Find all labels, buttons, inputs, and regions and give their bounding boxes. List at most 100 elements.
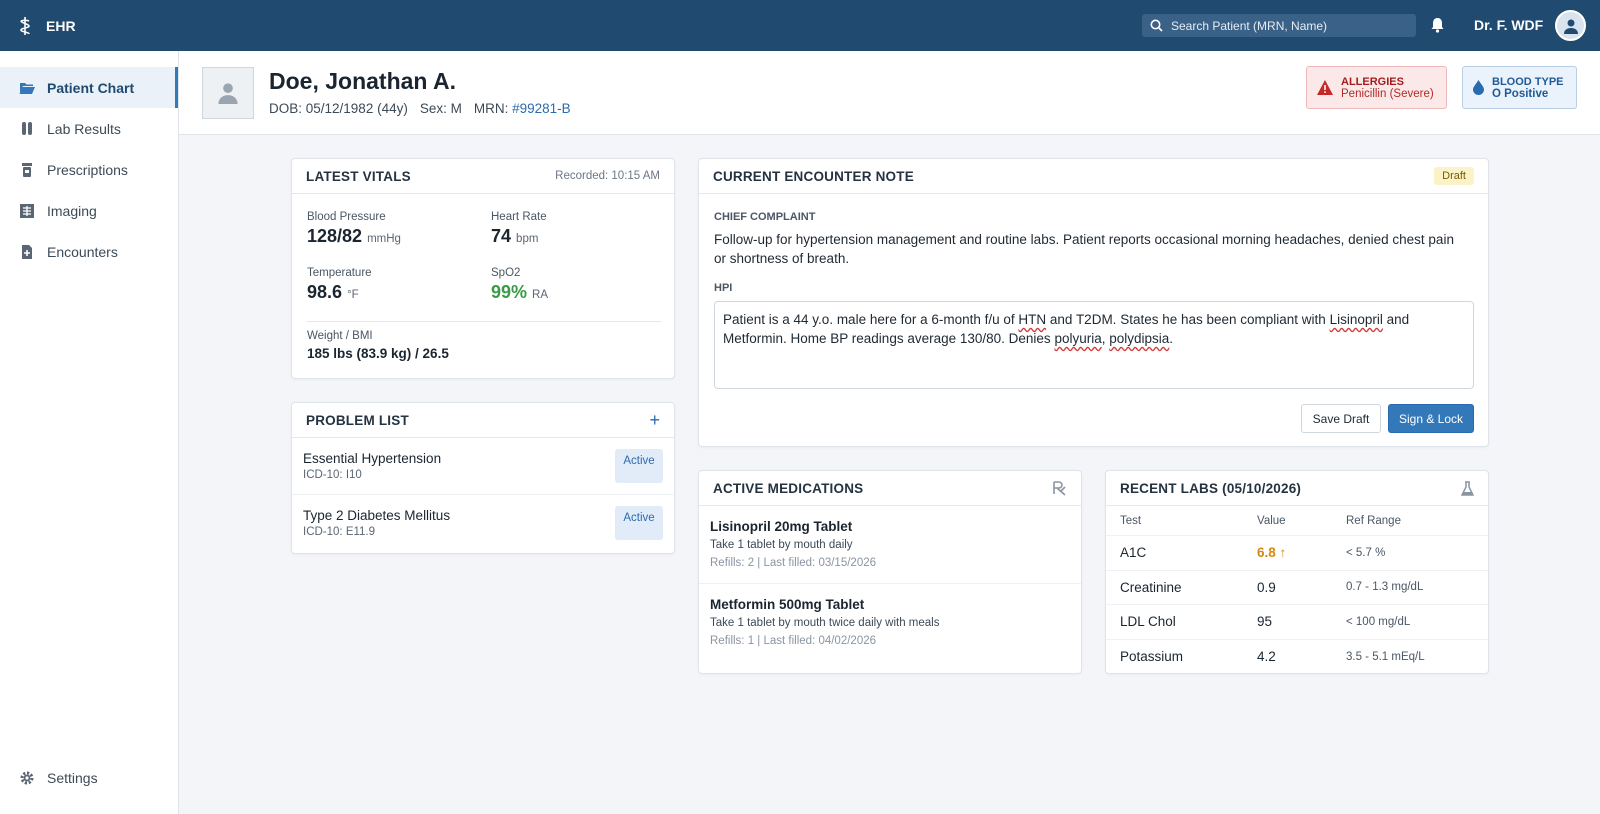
blood-type-text: BLOOD TYPE O Positive — [1492, 76, 1564, 100]
sidebar-item-label: Imaging — [47, 202, 97, 219]
sidebar: Patient Chart Lab Results Prescriptions … — [0, 51, 179, 814]
vital-spo2: SpO2 99% RA — [491, 267, 548, 303]
medication-refills: Refills: 2 | Last filled: 03/15/2026 — [710, 557, 877, 569]
encounter-note-header: CURRENT ENCOUNTER NOTE Draft — [699, 159, 1488, 194]
medication-name: Lisinopril 20mg Tablet — [710, 519, 853, 534]
sidebar-item-patient-chart[interactable]: Patient Chart — [0, 67, 178, 108]
vitals-card: LATEST VITALS Recorded: 10:15 AM Blood P… — [291, 158, 675, 379]
problem-row[interactable]: Essential Hypertension ICD-10: I10 Activ… — [292, 438, 674, 495]
hpi-flagged-word: polydipsia — [1109, 331, 1170, 346]
lab-ref-range: < 5.7 % — [1346, 546, 1386, 559]
table-row[interactable]: LDL Chol 95 < 100 mg/dL — [1106, 605, 1488, 640]
lab-ref-range: < 100 mg/dL — [1346, 615, 1411, 628]
hpi-label: HPI — [714, 282, 733, 294]
allergies-value: Penicillin (Severe) — [1341, 87, 1434, 100]
vital-weight-bmi: Weight / BMI 185 lbs (83.9 kg) / 26.5 — [307, 330, 449, 361]
hpi-flagged-word: polyuria — [1054, 331, 1102, 346]
table-row[interactable]: Potassium 4.2 3.5 - 5.1 mEq/L — [1106, 640, 1488, 675]
encounter-note-card: CURRENT ENCOUNTER NOTE Draft CHIEF COMPL… — [698, 158, 1489, 447]
status-badge: Active — [615, 449, 663, 483]
problem-list-title: PROBLEM LIST — [306, 412, 409, 428]
patient-search[interactable] — [1142, 14, 1416, 37]
vital-label: Temperature — [307, 267, 372, 279]
blood-type-label: BLOOD TYPE — [1492, 75, 1564, 88]
sidebar-item-label: Settings — [47, 769, 98, 786]
sidebar-item-label: Encounters — [47, 243, 118, 260]
lab-test: LDL Chol — [1120, 614, 1176, 630]
hpi-flagged-word: HTN — [1018, 312, 1047, 327]
lab-value: 0.9 — [1257, 579, 1276, 595]
status-badge: Active — [615, 506, 663, 540]
sidebar-item-label: Prescriptions — [47, 161, 128, 178]
save-draft-button[interactable]: Save Draft — [1301, 404, 1381, 433]
medication-row[interactable]: Lisinopril 20mg Tablet Take 1 tablet by … — [699, 506, 1081, 584]
lab-value: 6.8 ↑ — [1257, 545, 1287, 561]
medication-row[interactable]: Metformin 500mg Tablet Take 1 tablet by … — [699, 584, 1081, 662]
column-header: Ref Range — [1346, 514, 1401, 527]
vital-label: Heart Rate — [491, 211, 547, 223]
blood-type-value: O Positive — [1492, 87, 1549, 100]
chief-complaint-text[interactable]: Follow-up for hypertension management an… — [714, 230, 1464, 268]
user-icon — [218, 83, 238, 104]
vital-label: SpO2 — [491, 267, 521, 279]
lab-test: A1C — [1120, 545, 1147, 561]
vital-value-group: 128/82 mmHg — [307, 226, 401, 247]
labs-table-header: Test Value Ref Range — [1106, 506, 1488, 536]
vital-label: Blood Pressure — [307, 211, 386, 223]
hpi-textarea[interactable]: Patient is a 44 y.o. male here for a 6-m… — [714, 301, 1474, 389]
vitals-header: LATEST VITALS Recorded: 10:15 AM — [292, 159, 674, 194]
lab-test: Creatinine — [1120, 579, 1182, 595]
patient-mrn-group: MRN: #99281-B — [474, 101, 571, 116]
medication-sig: Take 1 tablet by mouth twice daily with … — [710, 617, 940, 629]
patient-header: Doe, Jonathan A. DOB: 05/12/1982 (44y) S… — [179, 51, 1600, 135]
vital-value-group: 99% RA — [491, 282, 548, 303]
vital-unit: RA — [532, 289, 549, 301]
sidebar-item-lab-results[interactable]: Lab Results — [0, 108, 178, 149]
vital-value-group: 74 bpm — [491, 226, 547, 247]
sidebar-item-imaging[interactable]: Imaging — [0, 190, 178, 231]
bell-icon[interactable] — [1430, 17, 1445, 33]
vital-blood-pressure: Blood Pressure 128/82 mmHg — [307, 211, 401, 247]
column-header: Test — [1120, 514, 1142, 527]
mrn-label: MRN: — [473, 101, 509, 116]
vital-value: 185 lbs (83.9 kg) / 26.5 — [307, 346, 449, 361]
sign-lock-button[interactable]: Sign & Lock — [1388, 404, 1474, 433]
encounter-note-title: CURRENT ENCOUNTER NOTE — [713, 168, 914, 184]
problem-row[interactable]: Type 2 Diabetes Mellitus ICD-10: E11.9 A… — [292, 495, 674, 552]
sidebar-item-prescriptions[interactable]: Prescriptions — [0, 149, 178, 190]
user-avatar[interactable] — [1555, 10, 1586, 41]
app-logo[interactable]: EHR — [18, 16, 76, 35]
allergies-alert[interactable]: ALLERGIES Penicillin (Severe) — [1306, 66, 1447, 109]
flask-icon[interactable] — [1461, 480, 1474, 496]
folder-open-icon — [19, 82, 35, 94]
search-input[interactable] — [1171, 18, 1401, 33]
vital-heart-rate: Heart Rate 74 bpm — [491, 211, 547, 247]
xray-icon — [20, 203, 34, 218]
hpi-flagged-word: Lisinopril — [1329, 312, 1383, 327]
vital-value: 74 — [491, 226, 512, 246]
blood-type-badge[interactable]: BLOOD TYPE O Positive — [1462, 66, 1577, 109]
add-problem-button[interactable]: + — [649, 410, 660, 431]
recent-labs-card: RECENT LABS (05/10/2026) Test Value Ref … — [1105, 470, 1489, 674]
test-tubes-icon — [22, 121, 32, 135]
sidebar-item-encounters[interactable]: Encounters — [0, 231, 178, 272]
medications-title: ACTIVE MEDICATIONS — [713, 480, 864, 496]
vital-temperature: Temperature 98.6 °F — [307, 267, 372, 303]
user-name[interactable]: Dr. F. WDF — [1474, 17, 1543, 33]
prescription-icon[interactable] — [1052, 480, 1067, 496]
allergies-label: ALLERGIES — [1341, 75, 1404, 88]
search-icon — [1150, 19, 1163, 32]
hpi-text: . — [1169, 331, 1174, 346]
pill-bottle-icon — [22, 162, 32, 177]
patient-mrn-link[interactable]: #99281-B — [512, 101, 571, 116]
gear-icon — [20, 771, 34, 784]
sidebar-item-settings[interactable]: Settings — [0, 757, 179, 798]
problem-list-card: PROBLEM LIST + Essential Hypertension IC… — [291, 402, 675, 554]
lab-value: 95 — [1257, 614, 1273, 630]
lab-ref-range: 3.5 - 5.1 mEq/L — [1346, 650, 1425, 663]
hpi-text: and T2DM. States he has been compliant w… — [1046, 312, 1330, 327]
medication-sig: Take 1 tablet by mouth daily — [710, 539, 853, 551]
recent-labs-header: RECENT LABS (05/10/2026) — [1106, 471, 1488, 506]
table-row[interactable]: A1C 6.8 ↑ < 5.7 % — [1106, 536, 1488, 571]
table-row[interactable]: Creatinine 0.9 0.7 - 1.3 mg/dL — [1106, 571, 1488, 605]
